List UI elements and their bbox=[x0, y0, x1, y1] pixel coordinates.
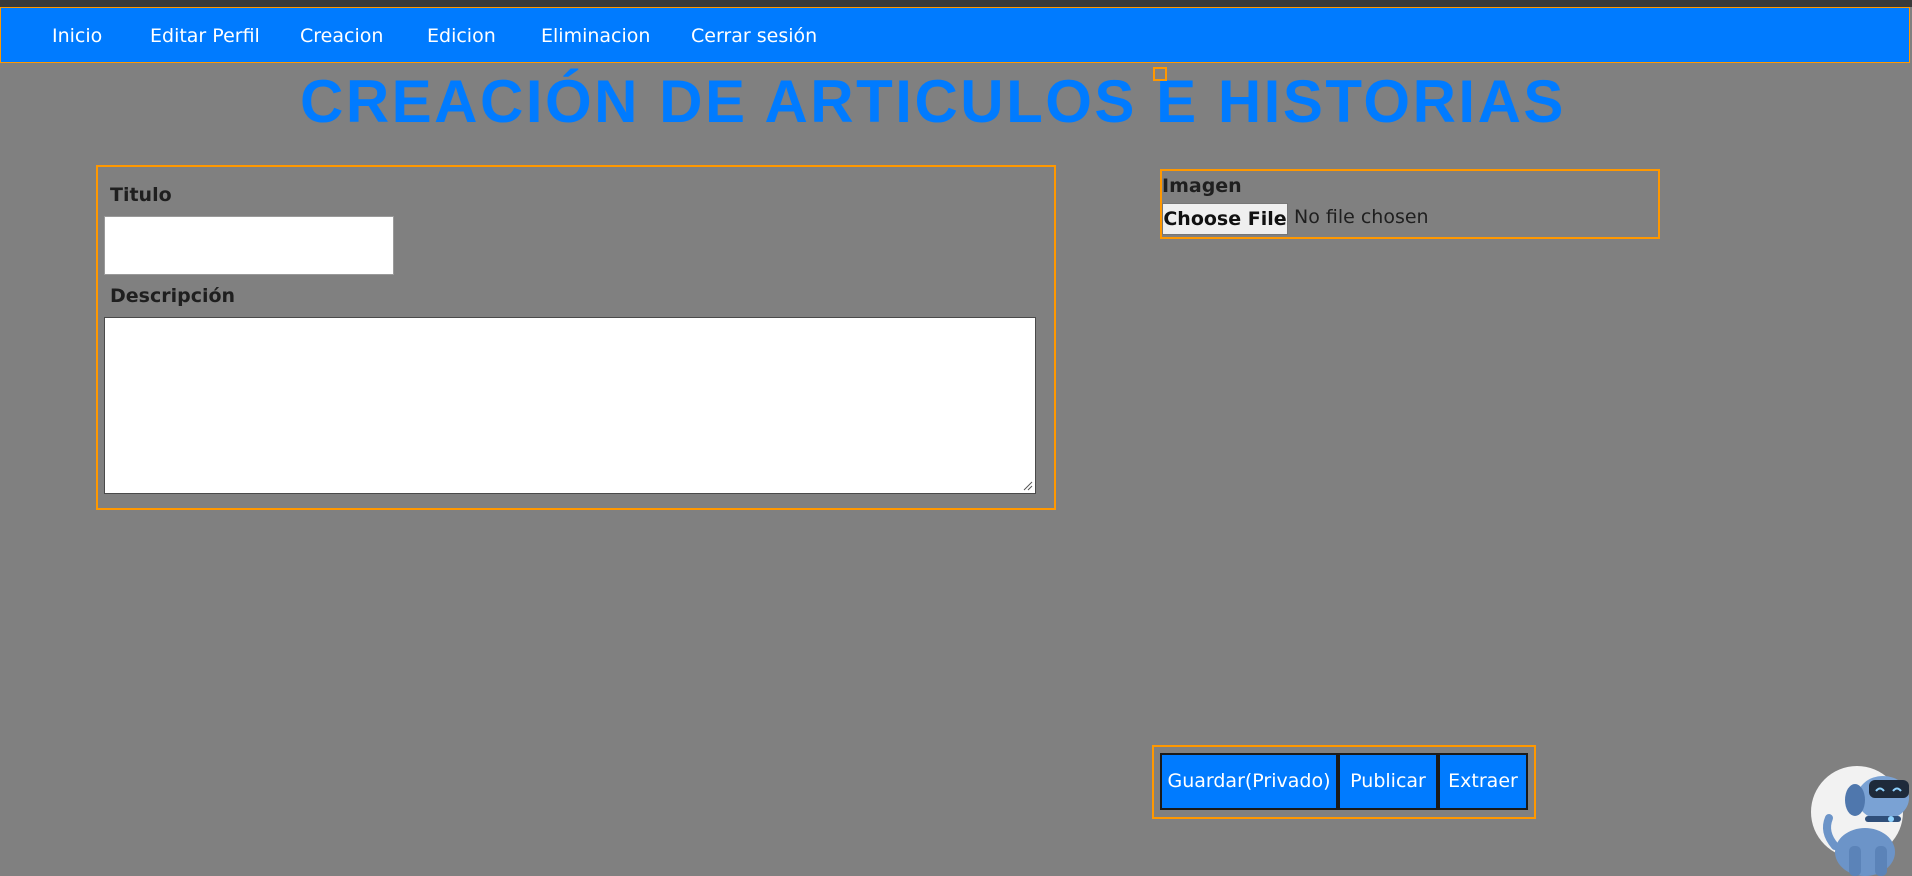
window-top-edge bbox=[0, 0, 1912, 7]
top-navbar: Inicio Editar Perfil Creacion Edicion El… bbox=[0, 7, 1910, 63]
description-textarea[interactable] bbox=[104, 317, 1036, 494]
title-input[interactable] bbox=[104, 216, 394, 275]
image-label: Imagen bbox=[1162, 175, 1242, 197]
description-label: Descripción bbox=[110, 285, 236, 307]
title-label: Titulo bbox=[110, 184, 172, 206]
nav-item-cerrar-sesion[interactable]: Cerrar sesión bbox=[691, 8, 817, 64]
file-status-text: No file chosen bbox=[1294, 206, 1429, 228]
page-title: CREACIÓN DE ARTICULOS E HISTORIAS bbox=[300, 68, 1566, 135]
nav-item-eliminacion[interactable]: Eliminacion bbox=[541, 8, 650, 64]
nav-item-edicion[interactable]: Edicion bbox=[427, 8, 496, 64]
nav-item-creacion[interactable]: Creacion bbox=[300, 8, 383, 64]
extract-button[interactable]: Extraer bbox=[1438, 753, 1528, 810]
publish-button[interactable]: Publicar bbox=[1338, 753, 1438, 810]
save-private-button[interactable]: Guardar(Privado) bbox=[1160, 753, 1338, 810]
resize-grip-icon[interactable] bbox=[1023, 481, 1033, 491]
nav-item-editar-perfil[interactable]: Editar Perfil bbox=[150, 8, 260, 64]
robot-dog-icon[interactable] bbox=[1805, 760, 1912, 876]
nav-item-inicio[interactable]: Inicio bbox=[52, 8, 102, 64]
outline-marker bbox=[1153, 67, 1167, 81]
choose-file-button[interactable]: Choose File bbox=[1162, 203, 1288, 235]
